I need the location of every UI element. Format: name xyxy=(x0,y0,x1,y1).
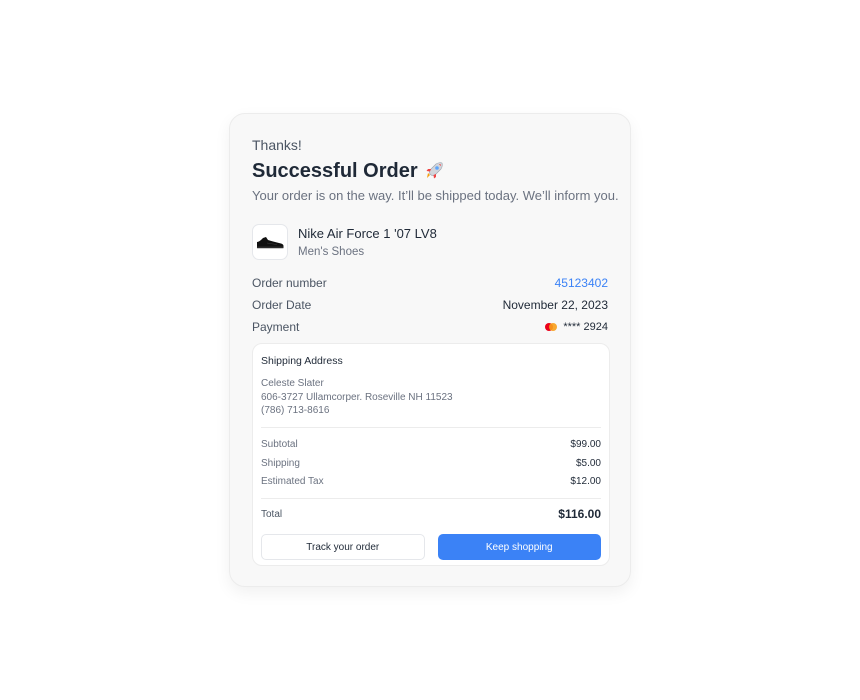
product-item: Nike Air Force 1 '07 LV8 Men's Shoes xyxy=(252,224,608,260)
shipping-name: Celeste Slater xyxy=(261,378,324,389)
track-order-button[interactable]: Track your order xyxy=(261,534,425,560)
shipping-cost-row: Shipping $5.00 xyxy=(261,454,601,473)
order-date-value: November 22, 2023 xyxy=(502,298,608,312)
order-confirmation-card: Thanks! Successful Order Your order is o… xyxy=(229,113,631,587)
thanks-text: Thanks! xyxy=(252,137,302,153)
rocket-icon xyxy=(424,161,444,181)
shipping-street: 606-3727 Ullamcorper. Roseville NH 11523 xyxy=(261,391,453,403)
product-category: Men's Shoes xyxy=(298,245,365,258)
order-number-label: Order number xyxy=(252,276,327,290)
total-label: Total xyxy=(261,508,283,520)
tax-value: $12.00 xyxy=(570,476,601,488)
order-number-row: Order number 45123402 xyxy=(252,272,608,294)
keep-shopping-button[interactable]: Keep shopping xyxy=(437,534,601,560)
total-row: Total $116.00 xyxy=(261,505,601,523)
order-date-label: Order Date xyxy=(252,298,312,312)
action-buttons: Track your order Keep shopping xyxy=(261,534,601,560)
product-name: Nike Air Force 1 '07 LV8 xyxy=(298,225,437,241)
total-value: $116.00 xyxy=(558,507,601,521)
payment-row: Payment **** 2924 xyxy=(252,316,608,338)
order-date-row: Order Date November 22, 2023 xyxy=(252,294,608,316)
tax-label: Estimated Tax xyxy=(261,476,324,488)
sneaker-icon xyxy=(257,237,284,249)
divider xyxy=(261,426,601,428)
card-number: **** 2924 xyxy=(563,321,608,333)
subtitle-text: Your order is on the way. It’ll be shipp… xyxy=(252,188,619,203)
shipping-address: Celeste Slater 606-3727 Ullamcorper. Ros… xyxy=(261,377,601,418)
order-number-link[interactable]: 45123402 xyxy=(555,276,608,290)
title-text: Successful Order xyxy=(252,160,418,182)
shipping-cost-label: Shipping xyxy=(261,457,300,469)
order-meta: Order number 45123402 Order Date Novembe… xyxy=(252,272,608,338)
subtotal-row: Subtotal $99.00 xyxy=(261,436,601,455)
product-thumbnail xyxy=(252,224,288,260)
shipping-title: Shipping Address xyxy=(261,355,343,367)
divider xyxy=(261,498,601,499)
subtotal-value: $99.00 xyxy=(570,439,601,451)
mastercard-icon xyxy=(545,323,558,331)
shipping-cost-value: $5.00 xyxy=(575,457,601,469)
shipping-phone: (786) 713-8616 xyxy=(261,405,330,416)
subtotal-label: Subtotal xyxy=(261,439,298,451)
page-title: Successful Order xyxy=(252,158,608,184)
payment-label: Payment xyxy=(252,320,300,334)
tax-row: Estimated Tax $12.00 xyxy=(261,473,601,492)
shipping-summary-panel: Shipping Address Celeste Slater 606-3727… xyxy=(252,343,610,566)
payment-value: **** 2924 xyxy=(545,321,608,333)
